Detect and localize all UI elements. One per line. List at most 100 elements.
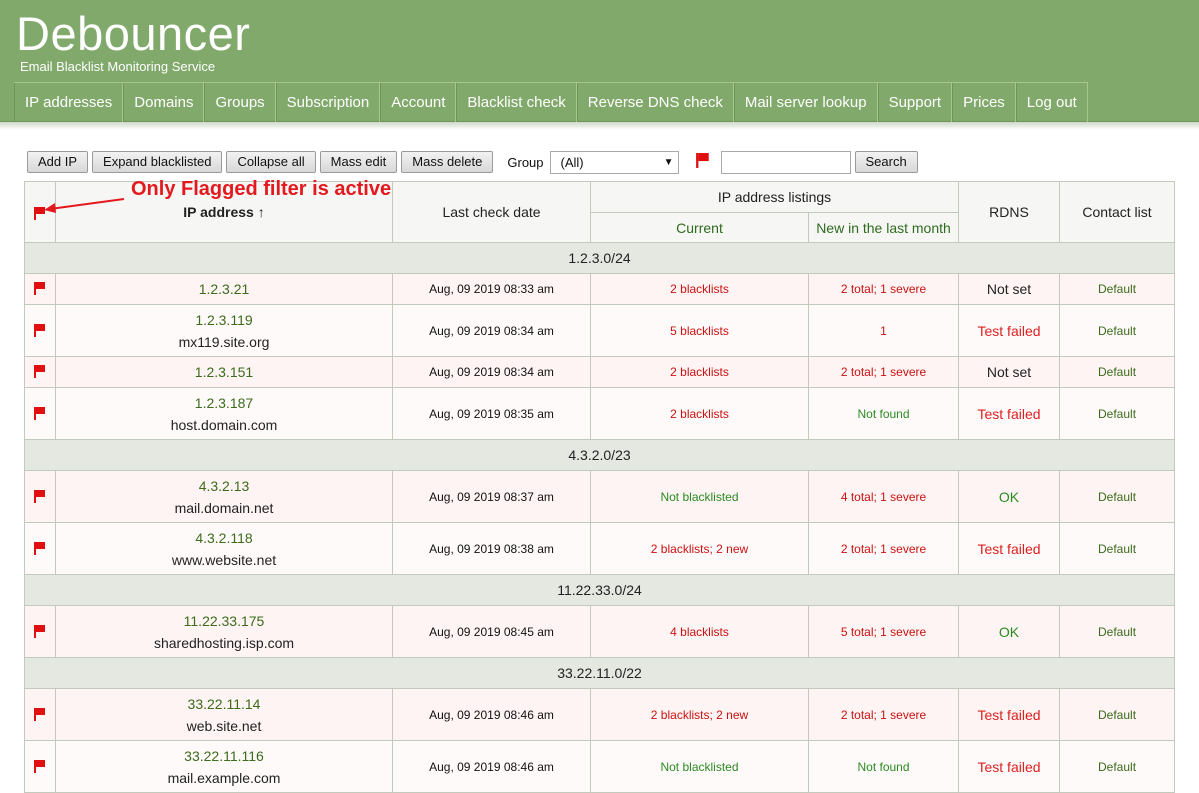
ip-address[interactable]: 33.22.11.14 (56, 693, 392, 715)
ip-address[interactable]: 1.2.3.187 (56, 392, 392, 414)
row-flag-cell[interactable] (24, 273, 56, 305)
row-flag-cell[interactable] (24, 688, 56, 741)
last-check-date-header[interactable]: Last check date (392, 181, 591, 243)
add-ip-button[interactable]: Add IP (27, 151, 89, 173)
row-flag-cell[interactable] (24, 387, 56, 440)
ip-address[interactable]: 33.22.11.116 (56, 745, 392, 767)
row-flag-cell[interactable] (24, 605, 56, 658)
current-listings[interactable]: 2 blacklists (590, 356, 809, 388)
table-row[interactable]: 1.2.3.119 mx119.site.org Aug, 09 2019 08:3… (24, 304, 1176, 357)
new-listings[interactable]: Not found (807, 740, 960, 793)
table-row[interactable]: 33.22.11.116 mail.example.com Aug, 09 2019… (24, 740, 1176, 793)
ip-address[interactable]: 1.2.3.119 (56, 309, 392, 331)
rdns-status[interactable]: Test failed (958, 688, 1061, 741)
rdns-status[interactable]: OK (958, 605, 1061, 658)
table-row[interactable]: 4.3.2.13 mail.domain.net Aug, 09 2019 08:3… (24, 470, 1176, 523)
contact-list[interactable]: Default (1059, 387, 1176, 440)
contact-list[interactable]: Default (1059, 470, 1176, 523)
rdns-status[interactable]: OK (958, 470, 1061, 523)
current-listings[interactable]: Not blacklisted (590, 740, 809, 793)
contact-list[interactable]: Default (1059, 522, 1176, 575)
nav-account[interactable]: Account (380, 83, 457, 122)
group-select[interactable]: (All) ▼ (549, 150, 679, 174)
nav-log-out[interactable]: Log out (1015, 83, 1088, 122)
table-row[interactable]: 1.2.3.21 Aug, 09 2019 08:33 am 2 blacklist… (24, 273, 1176, 305)
group-name[interactable]: 33.22.11.0/22 (23, 657, 1176, 689)
table-row[interactable]: 1.2.3.187 host.domain.com Aug, 09 2019 08:… (24, 387, 1176, 440)
new-listings[interactable]: 2 total; 1 severe (807, 273, 960, 305)
nav-ip-addresses[interactable]: IP addresses (14, 83, 124, 122)
mass-delete-button[interactable]: Mass delete (401, 151, 494, 173)
row-flag-cell[interactable] (24, 356, 56, 388)
nav-reverse-dns-check[interactable]: Reverse DNS check (576, 83, 734, 122)
flagged-filter-toggle[interactable] (693, 151, 713, 173)
ip-cell[interactable]: 33.22.11.14 web.site.net (55, 688, 393, 741)
group-row[interactable]: 33.22.11.0/22 (23, 657, 1176, 689)
nav-domains[interactable]: Domains (123, 83, 205, 122)
current-listings-header[interactable]: Current (590, 212, 809, 243)
nav-mail-server-lookup[interactable]: Mail server lookup (733, 83, 878, 122)
ip-cell[interactable]: 33.22.11.116 mail.example.com (55, 740, 393, 793)
ip-cell[interactable]: 1.2.3.151 (55, 356, 393, 388)
current-listings[interactable]: 2 blacklists (590, 273, 809, 305)
contact-list-header[interactable]: Contact list (1059, 181, 1176, 243)
ip-cell[interactable]: 11.22.33.175 sharedhosting.isp.com (55, 605, 393, 658)
expand-blacklisted-button[interactable]: Expand blacklisted (92, 151, 223, 173)
rdns-status[interactable]: Test failed (958, 304, 1061, 357)
nav-support[interactable]: Support (877, 83, 953, 122)
search-button[interactable]: Search (854, 151, 918, 173)
new-listings[interactable]: 2 total; 1 severe (807, 356, 960, 388)
group-row[interactable]: 11.22.33.0/24 (23, 574, 1176, 606)
app-title[interactable]: Debouncer (16, 6, 250, 61)
ip-address[interactable]: 1.2.3.21 (56, 278, 392, 300)
contact-list[interactable]: Default (1059, 304, 1176, 357)
table-row[interactable]: 33.22.11.14 web.site.net Aug, 09 2019 08:4… (24, 688, 1176, 741)
current-listings[interactable]: 2 blacklists; 2 new (590, 688, 809, 741)
ip-address[interactable]: 11.22.33.175 (56, 610, 392, 632)
current-listings[interactable]: Not blacklisted (590, 470, 809, 523)
row-flag-cell[interactable] (24, 522, 56, 575)
group-name[interactable]: 1.2.3.0/24 (23, 242, 1176, 274)
new-listings[interactable]: 1 (807, 304, 960, 357)
mass-edit-button[interactable]: Mass edit (319, 151, 398, 173)
ip-address[interactable]: 4.3.2.13 (56, 475, 392, 497)
ip-cell[interactable]: 1.2.3.119 mx119.site.org (55, 304, 393, 357)
table-row[interactable]: 11.22.33.175 sharedhosting.isp.com Aug, 09… (24, 605, 1176, 658)
group-name[interactable]: 11.22.33.0/24 (23, 574, 1176, 606)
nav-blacklist-check[interactable]: Blacklist check (456, 83, 577, 122)
nav-groups[interactable]: Groups (204, 83, 276, 122)
rdns-status[interactable]: Test failed (958, 740, 1061, 793)
ip-cell[interactable]: 4.3.2.118 www.website.net (55, 522, 393, 575)
table-row[interactable]: 1.2.3.151 Aug, 09 2019 08:34 am 2 blacklis… (24, 356, 1176, 388)
contact-list[interactable]: Default (1059, 740, 1176, 793)
row-flag-cell[interactable] (24, 740, 56, 793)
row-flag-cell[interactable] (24, 470, 56, 523)
ip-address[interactable]: 1.2.3.151 (56, 361, 392, 383)
ip-cell[interactable]: 1.2.3.187 host.domain.com (55, 387, 393, 440)
table-row[interactable]: 4.3.2.118 www.website.net Aug, 09 2019 08:… (24, 522, 1176, 575)
current-listings[interactable]: 4 blacklists (590, 605, 809, 658)
new-listings[interactable]: 2 total; 1 severe (807, 522, 960, 575)
contact-list[interactable]: Default (1059, 273, 1176, 305)
rdns-status[interactable]: Test failed (958, 387, 1061, 440)
search-input[interactable] (720, 150, 851, 174)
rdns-status[interactable]: Not set (958, 273, 1061, 305)
collapse-all-button[interactable]: Collapse all (226, 151, 316, 173)
new-listings[interactable]: 4 total; 1 severe (807, 470, 960, 523)
current-listings[interactable]: 2 blacklists (590, 387, 809, 440)
rdns-status[interactable]: Not set (958, 356, 1061, 388)
new-month-header[interactable]: New in the last month (807, 212, 960, 243)
group-row[interactable]: 1.2.3.0/24 (23, 242, 1176, 274)
contact-list[interactable]: Default (1059, 605, 1176, 658)
group-row[interactable]: 4.3.2.0/23 (23, 439, 1176, 471)
nav-subscription[interactable]: Subscription (275, 83, 381, 122)
new-listings[interactable]: Not found (807, 387, 960, 440)
rdns-header[interactable]: RDNS (958, 181, 1061, 243)
contact-list[interactable]: Default (1059, 356, 1176, 388)
row-flag-cell[interactable] (24, 304, 56, 357)
ip-cell[interactable]: 1.2.3.21 (55, 273, 393, 305)
nav-prices[interactable]: Prices (952, 83, 1016, 122)
ip-address[interactable]: 4.3.2.118 (56, 527, 392, 549)
new-listings[interactable]: 2 total; 1 severe (807, 688, 960, 741)
rdns-status[interactable]: Test failed (958, 522, 1061, 575)
